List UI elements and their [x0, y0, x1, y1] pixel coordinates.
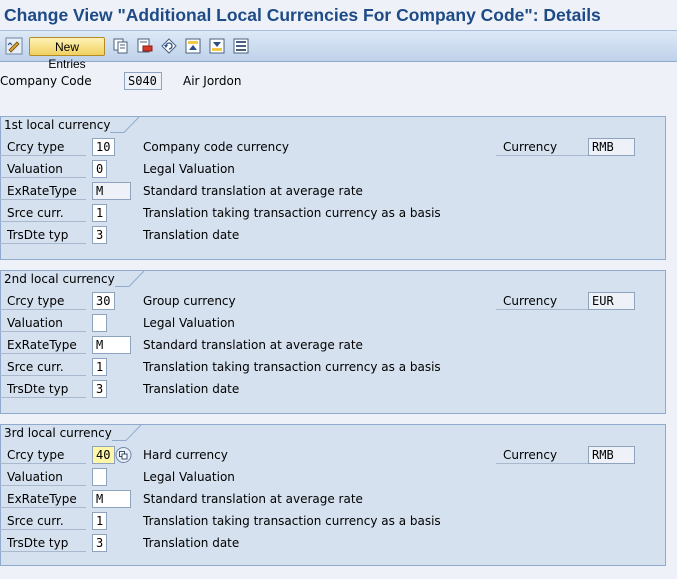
delete-icon[interactable] — [136, 37, 154, 55]
srce-curr-desc: Translation taking transaction currency … — [143, 360, 441, 374]
new-entries-button[interactable]: New Entries — [29, 37, 105, 71]
company-code-field[interactable]: S040 — [124, 72, 162, 90]
valuation-desc: Legal Valuation — [143, 470, 235, 484]
srce-curr-label: Srce curr. — [0, 512, 86, 530]
exratetype-field[interactable]: M — [92, 182, 131, 200]
company-name: Air Jordon — [183, 74, 242, 88]
crcy-type-field[interactable]: 30 — [92, 292, 115, 310]
company-code-label: Company Code — [0, 74, 92, 88]
trsdte-typ-label: TrsDte typ — [0, 380, 86, 398]
valuation-label: Valuation — [0, 468, 86, 486]
valuation-desc: Legal Valuation — [143, 162, 235, 176]
srce-curr-desc: Translation taking transaction currency … — [143, 514, 441, 528]
crcy-type-desc: Company code currency — [143, 140, 289, 154]
next-entry-icon[interactable] — [208, 37, 226, 55]
previous-entry-icon[interactable] — [184, 37, 202, 55]
trsdte-typ-field[interactable]: 3 — [92, 534, 107, 552]
valuation-desc: Legal Valuation — [143, 316, 235, 330]
crcy-type-label: Crcy type — [0, 292, 86, 310]
crcy-type-field[interactable]: 10 — [92, 138, 115, 156]
srce-curr-label: Srce curr. — [0, 358, 86, 376]
group-title-text: 3rd local currency — [4, 426, 112, 440]
currency-label: Currency — [496, 138, 588, 156]
exratetype-desc: Standard translation at average rate — [143, 492, 363, 506]
trsdte-typ-label: TrsDte typ — [0, 226, 86, 244]
group-title: 1st local currency — [1, 117, 140, 133]
group-title-text: 2nd local currency — [4, 272, 115, 286]
valuation-field[interactable]: 0 — [92, 160, 107, 178]
crcy-type-label: Crcy type — [0, 138, 86, 156]
group-title-text: 1st local currency — [4, 118, 111, 132]
trsdte-typ-desc: Translation date — [143, 536, 240, 550]
exratetype-desc: Standard translation at average rate — [143, 184, 363, 198]
group-title: 2nd local currency — [1, 271, 145, 287]
trsdte-typ-field[interactable]: 3 — [92, 380, 107, 398]
exratetype-label: ExRateType — [0, 182, 86, 200]
exratetype-label: ExRateType — [0, 490, 86, 508]
currency-label: Currency — [496, 446, 588, 464]
currency-field[interactable]: RMB — [588, 138, 635, 156]
valuation-field[interactable] — [92, 468, 107, 486]
undo-icon[interactable] — [160, 37, 178, 55]
currency-field[interactable]: EUR — [588, 292, 635, 310]
currency-label: Currency — [496, 292, 588, 310]
valuation-field[interactable] — [92, 314, 107, 332]
valuation-label: Valuation — [0, 314, 86, 332]
crcy-type-label: Crcy type — [0, 446, 86, 464]
srce-curr-field[interactable]: 1 — [92, 204, 107, 222]
srce-curr-label: Srce curr. — [0, 204, 86, 222]
valuation-label: Valuation — [0, 160, 86, 178]
currency-field[interactable]: RMB — [588, 446, 635, 464]
display-change-icon[interactable] — [5, 37, 23, 55]
value-help-icon[interactable] — [115, 446, 132, 464]
exratetype-field[interactable]: M — [92, 336, 131, 354]
srce-curr-field[interactable]: 1 — [92, 358, 107, 376]
crcy-type-field[interactable]: 40 — [92, 446, 115, 464]
srce-curr-field[interactable]: 1 — [92, 512, 107, 530]
application-toolbar: New Entries — [0, 30, 677, 71]
select-all-icon[interactable] — [232, 37, 250, 55]
trsdte-typ-desc: Translation date — [143, 382, 240, 396]
exratetype-label: ExRateType — [0, 336, 86, 354]
trsdte-typ-label: TrsDte typ — [0, 534, 86, 552]
exratetype-field[interactable]: M — [92, 490, 131, 508]
exratetype-desc: Standard translation at average rate — [143, 338, 363, 352]
group-title: 3rd local currency — [1, 425, 142, 441]
copy-icon[interactable] — [112, 37, 130, 55]
crcy-type-desc: Hard currency — [143, 448, 228, 462]
page-title: Change View "Additional Local Currencies… — [4, 5, 601, 25]
crcy-type-desc: Group currency — [143, 294, 236, 308]
srce-curr-desc: Translation taking transaction currency … — [143, 206, 441, 220]
trsdte-typ-field[interactable]: 3 — [92, 226, 107, 244]
trsdte-typ-desc: Translation date — [143, 228, 240, 242]
